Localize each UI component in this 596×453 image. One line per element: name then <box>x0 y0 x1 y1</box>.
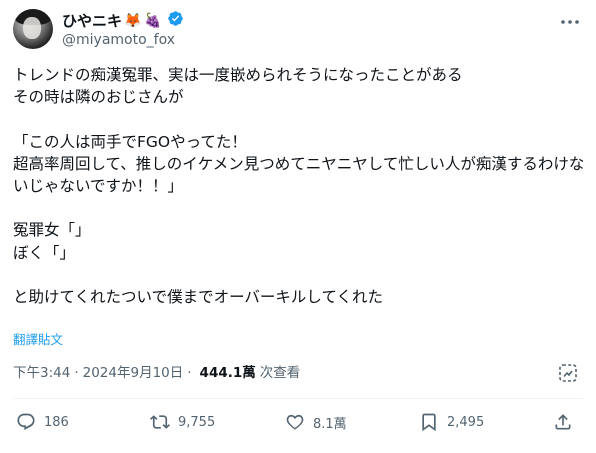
bookmark-icon <box>419 412 439 432</box>
user-handle[interactable]: @miyamoto_fox <box>62 31 175 49</box>
meta-separator: · <box>74 365 79 381</box>
divider <box>13 398 583 399</box>
like-count: 8.1萬 <box>313 416 347 432</box>
tweet-meta: 下午3:44 · 2024年9月10日 · 444.1萬 次查看 <box>13 364 300 382</box>
reply-count: 186 <box>44 414 69 430</box>
share-icon <box>553 412 573 432</box>
meta-separator-2: · <box>187 365 192 381</box>
fox-emoji: 🦊 <box>124 12 142 29</box>
avatar[interactable] <box>13 9 53 49</box>
reply-button[interactable]: 186 <box>16 412 69 432</box>
repost-button[interactable]: 9,755 <box>150 412 215 432</box>
reply-icon <box>16 412 36 432</box>
translate-link[interactable]: 翻譯貼文 <box>13 332 63 348</box>
like-icon <box>285 412 305 432</box>
views-label: 次查看 <box>259 365 301 381</box>
author-name-row[interactable]: ひやニキ 🦊 🍇 <box>62 10 184 32</box>
more-icon[interactable] <box>557 12 583 32</box>
like-button[interactable]: 8.1萬 <box>285 412 347 432</box>
bookmark-count: 2,495 <box>447 414 485 430</box>
bookmark-button[interactable]: 2,495 <box>419 412 484 432</box>
display-name[interactable]: ひやニキ <box>62 12 122 31</box>
repost-count: 9,755 <box>178 414 216 430</box>
share-button[interactable] <box>553 412 573 432</box>
avatar-face <box>23 17 41 39</box>
tweet-time[interactable]: 下午3:44 <box>13 364 70 382</box>
views-count: 444.1萬 <box>199 365 256 381</box>
verified-badge-icon[interactable] <box>167 10 184 32</box>
grapes-emoji: 🍇 <box>144 12 162 29</box>
tweet-date[interactable]: 2024年9月10日 <box>83 364 184 382</box>
grok-icon[interactable] <box>557 362 579 384</box>
repost-icon <box>150 412 170 432</box>
tweet-text: トレンドの痴漢冤罪、実は一度嵌められそうになったことがある その時は隣のおじさん… <box>13 66 585 307</box>
